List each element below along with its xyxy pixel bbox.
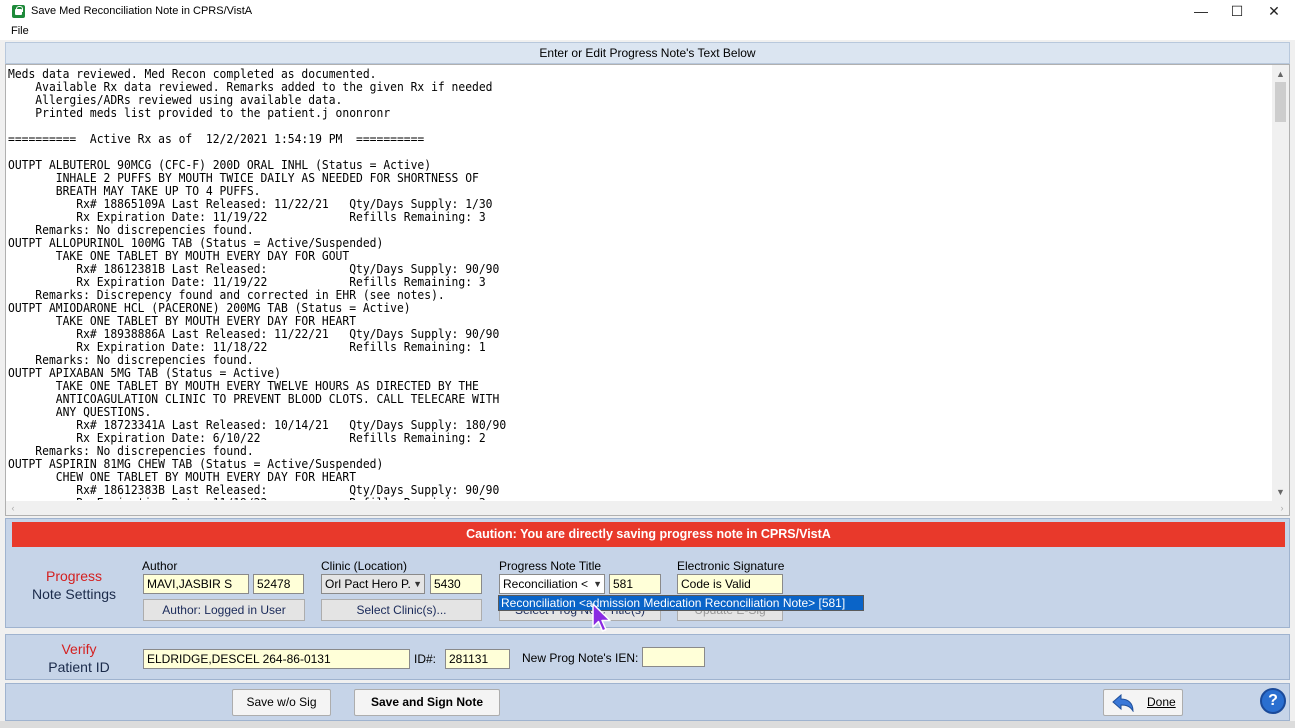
action-bar: Save w/o Sig Save and Sign Note Done ? xyxy=(5,683,1290,721)
note-title-label: Progress Note Title xyxy=(499,559,602,573)
note-title-select[interactable]: Reconciliation < ▼ xyxy=(499,574,605,594)
note-line[interactable]: ANTICOAGULATION CLINIC TO PREVENT BLOOD … xyxy=(8,393,1182,406)
caution-banner: Caution: You are directly saving progres… xyxy=(12,522,1285,547)
mouse-cursor-icon xyxy=(592,603,611,632)
menu-file[interactable]: File xyxy=(11,25,29,37)
author-field[interactable]: MAVI,JASBIR S xyxy=(143,574,249,594)
scroll-thumb[interactable] xyxy=(1275,82,1286,122)
note-line[interactable]: Printed meds list provided to the patien… xyxy=(8,107,1182,120)
esig-field[interactable]: Code is Valid xyxy=(677,574,783,594)
clinic-id-field[interactable]: 5430 xyxy=(430,574,482,594)
horizontal-scrollbar[interactable]: ‹ › xyxy=(6,501,1289,515)
scroll-right-icon[interactable]: › xyxy=(1275,501,1289,515)
save-without-sig-button[interactable]: Save w/o Sig xyxy=(232,689,331,716)
bottom-edge xyxy=(0,721,1295,728)
clinic-select[interactable]: Orl Pact Hero P. ▼ xyxy=(321,574,425,594)
main-window: Save Med Reconciliation Note in CPRS/Vis… xyxy=(0,0,1295,728)
minimize-button[interactable]: — xyxy=(1183,0,1219,22)
maximize-button[interactable]: ☐ xyxy=(1219,0,1255,22)
save-and-sign-button[interactable]: Save and Sign Note xyxy=(354,689,500,716)
ien-label: New Prog Note's IEN: xyxy=(522,651,639,665)
note-text-area[interactable]: Meds data reviewed. Med Recon completed … xyxy=(5,64,1290,516)
chevron-down-icon: ▼ xyxy=(413,579,422,589)
close-button[interactable]: ✕ xyxy=(1256,0,1292,22)
author-logged-in-button[interactable]: Author: Logged in User xyxy=(143,599,305,621)
select-clinic-button[interactable]: Select Clinic(s)... xyxy=(321,599,482,621)
scroll-up-icon[interactable]: ▲ xyxy=(1272,67,1289,81)
ien-field[interactable] xyxy=(642,647,705,667)
editor-header: Enter or Edit Progress Note's Text Below xyxy=(5,42,1290,64)
title-bar: Save Med Reconciliation Note in CPRS/Vis… xyxy=(0,0,1295,22)
done-label: Done xyxy=(1147,695,1176,709)
scroll-left-icon[interactable]: ‹ xyxy=(6,501,20,515)
verify-patient-label: Verify Patient ID xyxy=(48,641,110,675)
progress-note-settings-label: Progress Note Settings xyxy=(31,568,117,602)
note-title-id-field[interactable]: 581 xyxy=(609,574,661,594)
clinic-label: Clinic (Location) xyxy=(321,559,408,573)
done-button[interactable]: Done xyxy=(1103,689,1183,716)
note-settings-panel: Caution: You are directly saving progres… xyxy=(5,518,1290,628)
patient-field[interactable]: ELDRIDGE,DESCEL 264-86-0131 xyxy=(143,649,410,669)
note-text[interactable]: Meds data reviewed. Med Recon completed … xyxy=(8,68,1182,500)
author-label: Author xyxy=(142,559,178,573)
patient-id-field[interactable]: 281131 xyxy=(445,649,510,669)
patient-id-label: ID#: xyxy=(414,652,437,666)
vertical-scrollbar[interactable]: ▲ ▼ xyxy=(1272,65,1289,501)
note-line[interactable]: ========== Active Rx as of 12/2/2021 1:5… xyxy=(8,133,1182,146)
note-line[interactable]: Rx Expiration Date: 11/19/22 Refills Rem… xyxy=(8,497,1182,501)
author-id-field[interactable]: 52478 xyxy=(253,574,304,594)
verify-patient-panel: Verify Patient ID ELDRIDGE,DESCEL 264-86… xyxy=(5,634,1290,680)
menu-bar: File xyxy=(0,22,1295,40)
undo-arrow-icon xyxy=(1112,694,1134,712)
help-icon[interactable]: ? xyxy=(1260,688,1286,714)
window-title: Save Med Reconciliation Note in CPRS/Vis… xyxy=(31,5,253,17)
chevron-down-icon: ▼ xyxy=(593,579,602,589)
lock-app-icon xyxy=(12,4,25,18)
scroll-down-icon[interactable]: ▼ xyxy=(1272,485,1289,499)
esig-label: Electronic Signature xyxy=(677,559,785,573)
note-title-dropdown-option[interactable]: Reconciliation <admission Medication Rec… xyxy=(498,595,864,611)
